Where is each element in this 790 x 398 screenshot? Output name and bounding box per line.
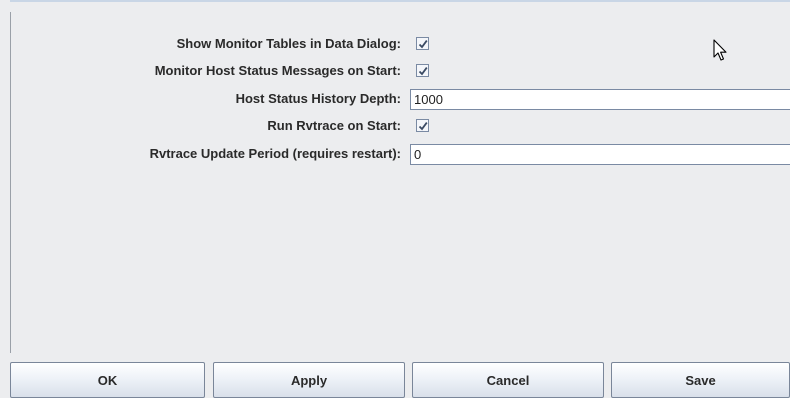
- apply-button[interactable]: Apply: [213, 362, 405, 398]
- settings-panel: Show Monitor Tables in Data Dialog: Moni…: [10, 12, 790, 353]
- monitor-host-status-checkbox[interactable]: [416, 64, 429, 77]
- save-button[interactable]: Save: [611, 362, 790, 398]
- run-rvtrace-label: Run Rvtrace on Start:: [267, 118, 401, 133]
- check-icon: [418, 121, 428, 130]
- rvtrace-update-period-row: Rvtrace Update Period (requires restart)…: [11, 144, 790, 165]
- show-monitor-tables-checkbox[interactable]: [416, 37, 429, 50]
- check-icon: [418, 39, 428, 48]
- host-status-history-depth-label: Host Status History Depth:: [235, 91, 401, 106]
- ok-button[interactable]: OK: [10, 362, 205, 398]
- show-monitor-tables-row: Show Monitor Tables in Data Dialog:: [11, 34, 790, 54]
- rvtrace-update-period-label: Rvtrace Update Period (requires restart)…: [149, 146, 401, 161]
- show-monitor-tables-label: Show Monitor Tables in Data Dialog:: [176, 36, 401, 51]
- run-rvtrace-checkbox[interactable]: [416, 119, 429, 132]
- run-rvtrace-row: Run Rvtrace on Start:: [11, 116, 790, 136]
- monitor-host-status-label: Monitor Host Status Messages on Start:: [154, 63, 401, 78]
- check-icon: [418, 66, 428, 75]
- host-status-history-depth-row: Host Status History Depth: 1000: [11, 89, 790, 110]
- rvtrace-update-period-field[interactable]: 0: [410, 144, 790, 165]
- panel-top-edge: [10, 0, 790, 12]
- dialog-button-bar: OK Apply Cancel Save: [10, 362, 790, 398]
- cancel-button[interactable]: Cancel: [412, 362, 604, 398]
- mouse-cursor-icon: [713, 39, 727, 61]
- host-status-history-depth-field[interactable]: 1000: [410, 89, 790, 110]
- monitor-host-status-row: Monitor Host Status Messages on Start:: [11, 61, 790, 81]
